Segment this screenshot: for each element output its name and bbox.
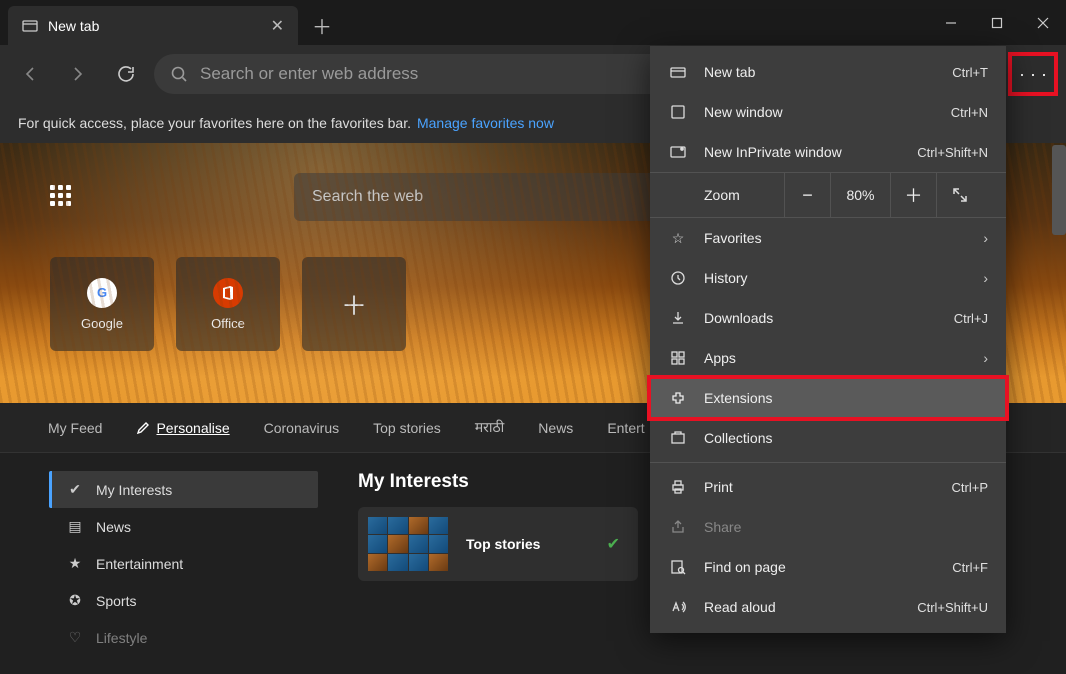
vertical-scrollbar[interactable] bbox=[1052, 145, 1066, 235]
topic-card-top-stories[interactable]: Top stories ✔ bbox=[358, 507, 638, 581]
chevron-right-icon: › bbox=[983, 230, 988, 246]
sidebar-item-sports[interactable]: ✪Sports bbox=[52, 582, 318, 619]
check-icon: ✔ bbox=[607, 534, 620, 554]
sidebar-item-entertainment[interactable]: ★Entertainment bbox=[52, 545, 318, 582]
menu-apps[interactable]: Apps › bbox=[650, 338, 1006, 378]
minimize-button[interactable] bbox=[928, 0, 974, 45]
star-icon: ☆ bbox=[668, 230, 688, 247]
read-aloud-icon bbox=[668, 599, 688, 615]
menu-new-window[interactable]: New window Ctrl+N bbox=[650, 92, 1006, 132]
inprivate-icon bbox=[668, 144, 688, 160]
web-search-box[interactable]: Search the web bbox=[294, 173, 664, 221]
interests-sidebar: ✔My Interests ▤News ★Entertainment ✪Spor… bbox=[48, 471, 318, 656]
find-icon bbox=[668, 559, 688, 575]
web-search-placeholder: Search the web bbox=[312, 188, 423, 206]
tile-google[interactable]: G Google bbox=[50, 257, 154, 351]
chevron-right-icon: › bbox=[983, 270, 988, 286]
chevron-right-icon: › bbox=[983, 350, 988, 366]
menu-find[interactable]: Find on page Ctrl+F bbox=[650, 547, 1006, 587]
tab-page-icon bbox=[22, 18, 38, 34]
window-icon bbox=[668, 104, 688, 120]
back-button[interactable] bbox=[10, 54, 50, 94]
menu-share[interactable]: Share bbox=[650, 507, 1006, 547]
zoom-label: Zoom bbox=[704, 187, 784, 203]
refresh-button[interactable] bbox=[106, 54, 146, 94]
news-icon: ▤ bbox=[66, 518, 84, 535]
settings-and-more-button[interactable]: · · · bbox=[1010, 54, 1056, 94]
app-launcher-icon[interactable] bbox=[50, 185, 74, 209]
new-tab-button[interactable]: ＋ bbox=[302, 6, 342, 45]
titlebar: New tab ✕ ＋ bbox=[0, 0, 1066, 45]
menu-collections[interactable]: Collections bbox=[650, 418, 1006, 458]
tile-label: Google bbox=[81, 316, 123, 331]
window-controls bbox=[928, 0, 1066, 45]
menu-read-aloud[interactable]: Read aloud Ctrl+Shift+U bbox=[650, 587, 1006, 627]
interests-main: My Interests Top stories ✔ bbox=[358, 471, 638, 656]
sidebar-item-my-interests[interactable]: ✔My Interests bbox=[49, 471, 318, 508]
menu-downloads[interactable]: Downloads Ctrl+J bbox=[650, 298, 1006, 338]
forward-button[interactable] bbox=[58, 54, 98, 94]
zoom-in-button[interactable]: ＋ bbox=[890, 172, 936, 218]
tab-title: New tab bbox=[48, 18, 99, 34]
menu-extensions[interactable]: Extensions bbox=[650, 378, 1006, 418]
card-title: Top stories bbox=[466, 536, 540, 552]
star-icon: ★ bbox=[66, 555, 84, 572]
extension-icon bbox=[668, 390, 688, 406]
tab-close-button[interactable]: ✕ bbox=[271, 16, 284, 36]
address-placeholder: Search or enter web address bbox=[200, 64, 418, 84]
menu-favorites[interactable]: ☆ Favorites › bbox=[650, 218, 1006, 258]
manage-favorites-link[interactable]: Manage favorites now bbox=[417, 115, 554, 131]
sidebar-item-lifestyle[interactable]: ♡Lifestyle bbox=[52, 619, 318, 656]
menu-history[interactable]: History › bbox=[650, 258, 1006, 298]
office-icon bbox=[213, 278, 243, 308]
search-icon bbox=[170, 65, 188, 83]
ball-icon: ✪ bbox=[66, 592, 84, 609]
tile-label: Office bbox=[211, 316, 245, 331]
maximize-button[interactable] bbox=[974, 0, 1020, 45]
favorites-hint: For quick access, place your favorites h… bbox=[18, 115, 411, 131]
feed-tab-coronavirus[interactable]: Coronavirus bbox=[264, 420, 339, 436]
feed-tab-topstories[interactable]: Top stories bbox=[373, 420, 441, 436]
check-circle-icon: ✔ bbox=[66, 481, 84, 498]
pencil-icon bbox=[136, 421, 150, 435]
history-icon bbox=[668, 270, 688, 286]
menu-new-inprivate[interactable]: New InPrivate window Ctrl+Shift+N bbox=[650, 132, 1006, 172]
sidebar-item-news[interactable]: ▤News bbox=[52, 508, 318, 545]
apps-icon bbox=[668, 350, 688, 366]
browser-tab[interactable]: New tab ✕ bbox=[8, 6, 298, 45]
thumbnail-grid bbox=[368, 517, 448, 571]
section-heading: My Interests bbox=[358, 471, 638, 493]
download-icon bbox=[668, 310, 688, 326]
feed-tab-personalise[interactable]: Personalise bbox=[136, 420, 229, 436]
tile-office[interactable]: Office bbox=[176, 257, 280, 351]
print-icon bbox=[668, 479, 688, 495]
zoom-out-button[interactable]: − bbox=[784, 172, 830, 218]
collections-icon bbox=[668, 430, 688, 446]
feed-tab-entertainment[interactable]: Entert bbox=[607, 420, 644, 436]
tab-icon bbox=[668, 64, 688, 80]
google-icon: G bbox=[87, 278, 117, 308]
menu-separator bbox=[650, 462, 1006, 463]
share-icon bbox=[668, 519, 688, 535]
feed-tab-marathi[interactable]: मराठी bbox=[475, 418, 504, 437]
settings-menu: New tab Ctrl+T New window Ctrl+N New InP… bbox=[650, 46, 1006, 633]
tile-add[interactable]: ＋ bbox=[302, 257, 406, 351]
zoom-value: 80% bbox=[830, 172, 890, 218]
heart-icon: ♡ bbox=[66, 629, 84, 646]
close-window-button[interactable] bbox=[1020, 0, 1066, 45]
menu-print[interactable]: Print Ctrl+P bbox=[650, 467, 1006, 507]
menu-new-tab[interactable]: New tab Ctrl+T bbox=[650, 52, 1006, 92]
feed-tab-myfeed[interactable]: My Feed bbox=[48, 420, 102, 436]
fullscreen-button[interactable] bbox=[936, 172, 982, 218]
feed-tab-news[interactable]: News bbox=[538, 420, 573, 436]
menu-zoom-row: Zoom − 80% ＋ bbox=[650, 172, 1006, 218]
